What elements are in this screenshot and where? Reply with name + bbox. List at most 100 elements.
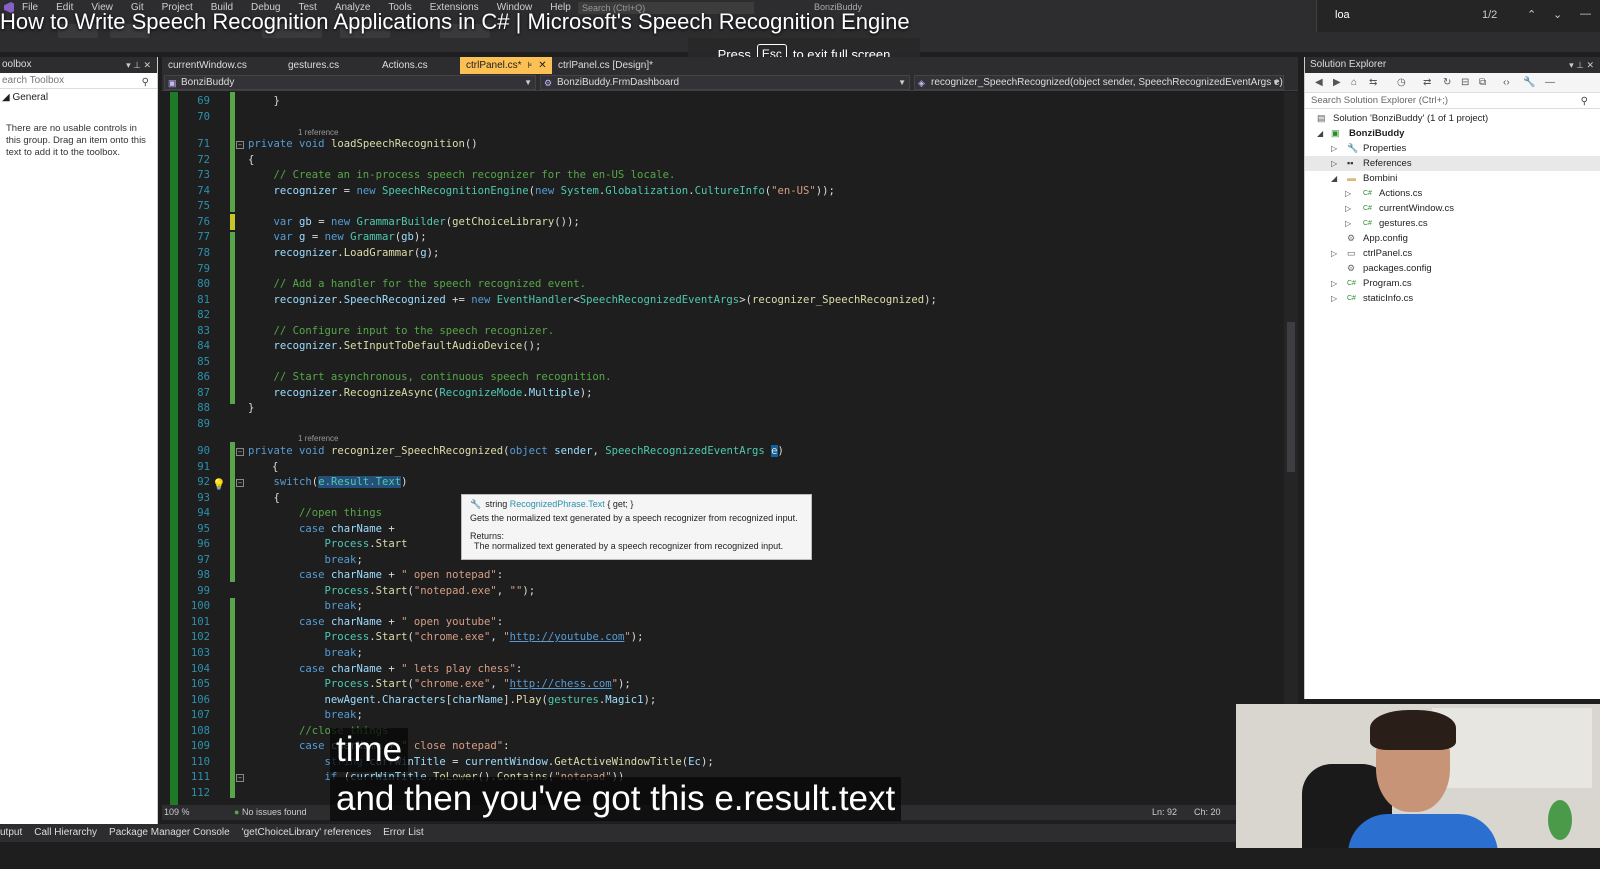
expand-arrow-icon[interactable]: ▷ [1331, 141, 1337, 156]
navigation-bar: ▣ BonziBuddy ▼ ⚙ BonziBuddy.FrmDashboard… [162, 74, 1298, 91]
pin-icon[interactable]: ⊧ [528, 60, 533, 70]
editor-vertical-scrollbar[interactable] [1284, 92, 1298, 805]
bottom-tool-tabs: utput Call Hierarchy Package Manager Con… [0, 824, 1236, 842]
line-position: Ln: 92 [1152, 807, 1178, 817]
tree-node-gestures[interactable]: ▷ C# gestures.cs [1305, 216, 1600, 231]
tree-node-packagesconfig[interactable]: ⚙ packages.config [1305, 261, 1600, 276]
tree-node-label: staticInfo.cs [1363, 293, 1414, 304]
search-icon: ⚲ [1580, 96, 1588, 107]
toolbox-header: oolbox ▾ ⊥ ✕ [0, 57, 157, 73]
toolbox-group-general[interactable]: ◢ General [0, 92, 157, 103]
find-next-icon[interactable]: ⌄ [1553, 8, 1562, 21]
code-line: 90− private void recognizer_SpeechRecogni… [162, 444, 1282, 460]
tree-node-appconfig[interactable]: ⚙ App.config [1305, 231, 1600, 246]
switch-views-icon[interactable]: ⇆ [1369, 77, 1377, 88]
sync-icon[interactable]: ⇄ [1423, 77, 1431, 88]
tree-node-solution[interactable]: ▤ Solution 'BonziBuddy' (1 of 1 project) [1305, 111, 1600, 126]
issues-indicator[interactable]: ● No issues found [234, 805, 307, 820]
tree-node-bombini[interactable]: ◢ ▬ Bombini [1305, 171, 1600, 186]
project-dropdown[interactable]: ▣ BonziBuddy ▼ [164, 75, 536, 90]
tab-actions[interactable]: Actions.cs [376, 57, 460, 74]
find-input[interactable]: loa [1335, 9, 1350, 21]
panel-controls-icon[interactable]: ▾ ⊥ ✕ [1569, 57, 1594, 73]
tab-call-hierarchy[interactable]: Call Hierarchy [34, 824, 97, 842]
code-line: 104 case charName + " lets play chess": [162, 662, 1282, 678]
collapse-icon[interactable]: − [236, 448, 244, 456]
code-line: 106 newAgent.Characters[charName].Play(g… [162, 693, 1282, 709]
member-dropdown[interactable]: ◈ recognizer_SpeechRecognized(object sen… [914, 75, 1284, 90]
expand-arrow-icon[interactable]: ▷ [1345, 186, 1351, 201]
expand-arrow-icon[interactable]: ▷ [1331, 246, 1337, 261]
tree-node-actions[interactable]: ▷ C# Actions.cs [1305, 186, 1600, 201]
toolbox-search-input[interactable]: earch Toolbox ⚲ [0, 73, 157, 89]
class-dropdown[interactable]: ⚙ BonziBuddy.FrmDashboard ▼ [540, 75, 910, 90]
close-icon[interactable]: ✕ [538, 60, 546, 71]
tree-node-references[interactable]: ▷ ▪▪ References [1305, 156, 1600, 171]
close-icon[interactable]: — [1580, 8, 1591, 20]
tree-node-properties[interactable]: ▷ 🔧 Properties [1305, 141, 1600, 156]
line-number: 87 [197, 387, 210, 399]
back-icon[interactable]: ◀ [1315, 77, 1323, 88]
tab-label: ctrlPanel.cs [Design]* [558, 60, 654, 71]
tab-label: ctrlPanel.cs* [466, 60, 522, 71]
tab-currentwindow[interactable]: currentWindow.cs [162, 57, 282, 74]
tooltip-member: RecognizedPhrase.Text [509, 499, 605, 509]
tree-node-project[interactable]: ◢ ▣ BonziBuddy [1305, 126, 1600, 141]
tab-label: currentWindow.cs [168, 60, 247, 71]
tooltip-kind: string [485, 499, 508, 509]
scrollbar-thumb[interactable] [1287, 322, 1295, 472]
collapse-icon[interactable]: − [236, 774, 244, 782]
tab-error-list[interactable]: Error List [383, 824, 424, 842]
find-previous-icon[interactable]: ⌃ [1527, 8, 1536, 21]
tab-ctrlpanel-design[interactable]: ctrlPanel.cs [Design]* [552, 57, 702, 74]
collapse-arrow-icon[interactable]: ◢ [1317, 126, 1323, 141]
code-line: 79 [162, 262, 1282, 278]
class-dropdown-value: BonziBuddy.FrmDashboard [557, 77, 680, 88]
more-icon[interactable]: — [1545, 77, 1555, 88]
panel-controls-icon[interactable]: ▾ ⊥ ✕ [126, 57, 151, 73]
expand-arrow-icon[interactable]: ▷ [1331, 291, 1337, 306]
tree-node-currentwindow[interactable]: ▷ C# currentWindow.cs [1305, 201, 1600, 216]
line-number: 104 [190, 663, 210, 675]
solution-explorer-search-input[interactable]: Search Solution Explorer (Ctrl+;) ⚲ [1305, 93, 1600, 109]
line-number: 79 [197, 263, 210, 275]
collapse-all-icon[interactable]: ⊟ [1461, 77, 1469, 88]
collapse-arrow-icon[interactable]: ◢ [1331, 171, 1337, 186]
tree-node-staticinfo[interactable]: ▷ C# staticInfo.cs [1305, 291, 1600, 306]
video-title: How to Write Speech Recognition Applicat… [0, 9, 910, 34]
collapse-icon[interactable]: − [236, 479, 244, 487]
tab-find-references[interactable]: 'getChoiceLibrary' references [242, 824, 371, 842]
zoom-level[interactable]: 109 % [164, 805, 190, 820]
toolbox-group-label: General [12, 92, 49, 103]
refresh-icon[interactable]: ↻ [1443, 77, 1451, 88]
tab-gestures[interactable]: gestures.cs [282, 57, 376, 74]
expand-arrow-icon[interactable]: ▷ [1331, 156, 1337, 171]
properties-icon[interactable]: 🔧 [1523, 77, 1535, 88]
expand-arrow-icon[interactable]: ▷ [1345, 216, 1351, 231]
tooltip-signature: 🔧 string RecognizedPhrase.Text { get; } [470, 499, 803, 510]
toolbox-search-placeholder: earch Toolbox [2, 75, 65, 86]
view-code-icon[interactable]: ‹› [1503, 77, 1510, 88]
line-number: 84 [197, 340, 210, 352]
tree-node-program[interactable]: ▷ C# Program.cs [1305, 276, 1600, 291]
tree-node-ctrlpanel[interactable]: ▷ ▭ ctrlPanel.cs [1305, 246, 1600, 261]
expand-arrow-icon[interactable]: ▷ [1331, 276, 1337, 291]
toolbox-title: oolbox [2, 59, 32, 70]
code-line: 91{ [162, 460, 1282, 476]
home-icon[interactable]: ⌂ [1351, 77, 1357, 88]
code-editor[interactable]: 69 } 70 1 reference 71− private void load… [162, 92, 1298, 805]
line-number: 75 [197, 200, 210, 212]
tab-output[interactable]: utput [0, 824, 22, 842]
document-tabs: currentWindow.cs gestures.cs Actions.cs … [162, 57, 1298, 74]
code-line: 85 [162, 355, 1282, 371]
show-all-files-icon[interactable]: ⧉ [1479, 77, 1486, 88]
tab-package-manager-console[interactable]: Package Manager Console [109, 824, 230, 842]
chevron-down-icon: ▼ [898, 78, 906, 87]
collapse-icon[interactable]: − [236, 141, 244, 149]
history-icon[interactable]: ◷ [1397, 77, 1406, 88]
expand-arrow-icon[interactable]: ▷ [1345, 201, 1351, 216]
forward-icon[interactable]: ▶ [1333, 77, 1341, 88]
tab-ctrlpanel[interactable]: ctrlPanel.cs* ⊧ ✕ [460, 57, 552, 74]
line-number: 97 [197, 554, 210, 566]
cs-file-icon: C# [1363, 190, 1372, 197]
